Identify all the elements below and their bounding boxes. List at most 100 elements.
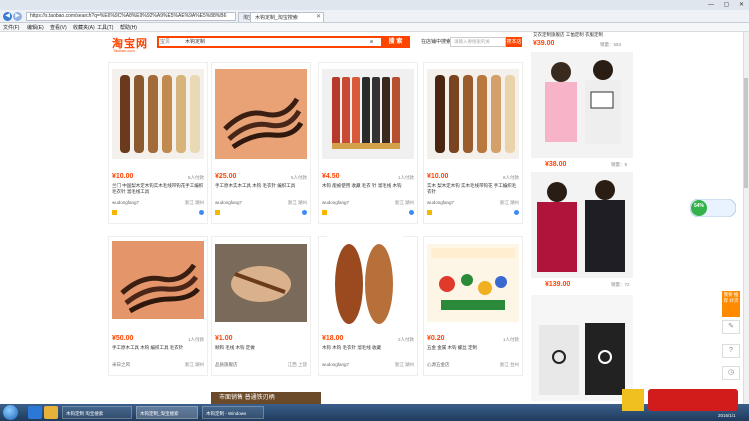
watermark-icon <box>622 389 738 411</box>
menu-file[interactable]: 文件(F) <box>3 24 19 32</box>
product-seller[interactable]: 米日之风 <box>112 362 162 368</box>
product-image[interactable] <box>327 236 403 328</box>
crochet-hooks-icon <box>215 69 307 159</box>
search-input[interactable]: 木钩定制 <box>185 38 205 46</box>
product-location: 浙江 湖州 <box>499 200 519 205</box>
product-image[interactable] <box>215 69 307 159</box>
ad-sold: 销量：8 <box>611 162 628 167</box>
product-title[interactable]: 手工原木工具 木钩 编织工具 毛衣针 <box>112 345 204 357</box>
product-price: ¥0.20 <box>427 335 445 342</box>
couple-tshirt-icon <box>545 60 621 144</box>
product-seller[interactable]: wudongfang7 <box>427 200 477 205</box>
bike-tshirt-icon <box>539 323 625 395</box>
wooden-handles-icon <box>120 75 200 153</box>
promo-banner[interactable]: 市面销售 普通铁刃柄 <box>211 392 321 404</box>
ad-price: ¥139.00 <box>545 281 571 288</box>
wooden-handles-icon <box>435 75 515 153</box>
hoodie-icon <box>537 180 625 272</box>
product-seller[interactable]: 品质旗舰店 <box>215 362 265 368</box>
product-location: 江西 上饶 <box>287 362 307 367</box>
badge-icon <box>427 210 432 215</box>
product-price: ¥10.00 <box>427 173 449 180</box>
product-image[interactable] <box>112 241 204 319</box>
taobao-logo-sub: Taobao.com <box>113 48 135 53</box>
menu-edit[interactable]: 编辑(E) <box>27 24 44 32</box>
wangwang-icon[interactable] <box>302 210 307 215</box>
menu-tools[interactable]: 工具(T) <box>97 24 113 32</box>
camera-icon[interactable]: ◙ <box>370 38 373 46</box>
product-title[interactable]: 实木 梨木定木钩 实木毛线带钩花 手工编织毛衣针 <box>427 183 519 195</box>
window-titlebar <box>0 0 749 10</box>
recommend-button[interactable]: 我要 推荐 好货 <box>722 291 740 317</box>
product-title[interactable]: 木钩 能被使用 收藏 毛衣 针 溜毛线 木钩 <box>322 183 414 195</box>
carving-hand-icon <box>215 244 307 322</box>
badge-icon <box>215 210 220 215</box>
shop-search-input[interactable]: 请输入要搜索的关 <box>450 37 506 47</box>
product-image[interactable] <box>215 244 307 322</box>
product-image[interactable] <box>427 69 519 159</box>
ad-sold: 销量：72 <box>611 282 630 287</box>
taskbar-task[interactable]: 木钩定制 - Windows <box>202 406 264 419</box>
menu-view[interactable]: 查看(V) <box>50 24 67 32</box>
product-image[interactable] <box>322 69 414 159</box>
ie-icon[interactable] <box>28 406 42 419</box>
product-buyers: 8人付款 <box>502 175 519 180</box>
product-buyers: 2人付款 <box>397 337 414 342</box>
shop-search-button[interactable]: 搜本店 <box>506 37 522 47</box>
taskbar-task[interactable]: 木钩定制 淘宝搜索 <box>62 406 132 419</box>
product-location: 浙江 湖州 <box>394 200 414 205</box>
product-seller[interactable]: wudongfang7 <box>322 200 372 205</box>
forward-button[interactable]: ▶ <box>13 12 22 21</box>
folder-icon[interactable] <box>44 406 58 419</box>
watermark-logo <box>620 385 740 415</box>
ad-title[interactable]: 艾衣定制旗舰店 工恤定制 衣服定制 <box>533 32 633 38</box>
product-title[interactable]: 兰门 中国梨木定木钩实木毛线带钩花手工编织毛衣针 溜毛线工具 <box>112 183 204 195</box>
product-title[interactable]: 木钩 木钩 毛衣针 溜毛线 收藏 <box>322 345 414 357</box>
product-seller[interactable]: wudongfang7 <box>215 200 265 205</box>
ad-image[interactable] <box>531 295 633 401</box>
speed-percent: 54% <box>693 203 704 209</box>
ad-image[interactable] <box>531 52 633 158</box>
shop-search-label: 在店铺中搜索 <box>421 39 452 45</box>
menu-favorites[interactable]: 收藏夹(A) <box>73 24 95 32</box>
help-icon[interactable]: ? <box>722 344 740 358</box>
product-buyers: 8人付款 <box>187 175 204 180</box>
wangwang-icon[interactable] <box>409 210 414 215</box>
wangwang-icon[interactable] <box>199 210 204 215</box>
close-icon[interactable]: ✕ <box>316 13 321 20</box>
ad-price: ¥38.00 <box>545 161 567 168</box>
search-category[interactable]: 宝贝 <box>160 38 170 46</box>
product-title[interactable]: 手工原木实木工具 木钩 毛衣针 编织工具 <box>215 183 307 195</box>
wangwang-icon[interactable] <box>514 210 519 215</box>
clock-icon[interactable]: ◷ <box>722 366 740 380</box>
scrollbar-thumb[interactable] <box>744 78 748 188</box>
product-location: 浙江 湖州 <box>287 200 307 205</box>
product-image[interactable] <box>427 244 519 322</box>
menu-help[interactable]: 帮助(H) <box>120 24 137 32</box>
crochet-hooks-icon <box>112 241 204 319</box>
start-button[interactable] <box>3 405 18 420</box>
search-button[interactable]: 搜 索 <box>381 36 410 48</box>
back-button[interactable]: ◀ <box>3 12 12 21</box>
product-price: ¥4.50 <box>322 173 340 180</box>
edit-icon[interactable]: ✎ <box>722 320 740 334</box>
product-location: 浙江 湖州 <box>184 362 204 367</box>
wooden-knob-icon <box>335 244 393 324</box>
url-text: https://s.taobao.com/search?q=%E6%9C%A8%… <box>30 13 227 19</box>
ad-price: ¥39.00 <box>533 40 555 47</box>
product-image[interactable] <box>112 69 204 159</box>
product-buyers: 1人付款 <box>187 337 204 342</box>
product-seller[interactable]: wudongfang7 <box>322 362 372 367</box>
product-title[interactable]: 颐和 毛线 木钩 定做 <box>215 345 307 357</box>
product-title[interactable]: 五金 金属 木钩 螺丝 定制 <box>427 345 519 357</box>
badge-icon <box>322 210 327 215</box>
taskbar-task[interactable]: 木钩定制_淘宝搜索 <box>136 406 198 419</box>
tab-search[interactable]: 木钩定制_淘宝搜索 <box>250 12 324 22</box>
ad-image[interactable] <box>531 172 633 278</box>
product-buyers: 1人付款 <box>502 337 519 342</box>
window-controls[interactable]: — ▢ ✕ <box>700 1 748 9</box>
product-location: 浙江 湖州 <box>394 362 414 367</box>
handle-set-icon <box>332 77 400 149</box>
product-seller[interactable]: 心源五金店 <box>427 362 477 368</box>
product-seller[interactable]: wudongfang7 <box>112 200 162 205</box>
